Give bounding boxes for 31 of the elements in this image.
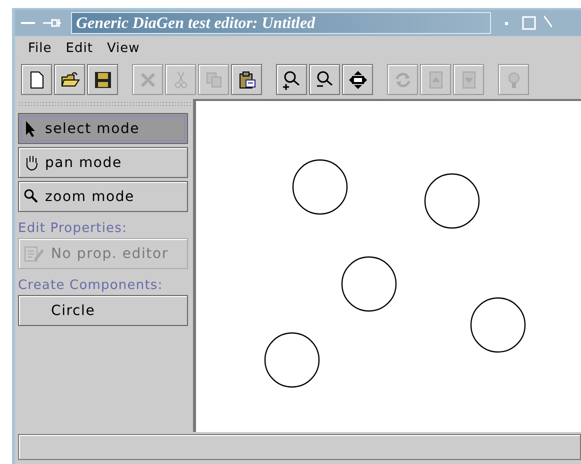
menu-item[interactable]: View [100, 40, 147, 56]
mode-button[interactable]: zoom mode [18, 181, 188, 212]
mode-button[interactable]: select mode [18, 113, 188, 144]
circle-shape[interactable] [264, 332, 320, 388]
section-heading: Create Components: [18, 278, 164, 293]
menu-item[interactable]: Edit [58, 40, 100, 56]
zoom-out-icon [314, 70, 334, 90]
floppy-disk-button[interactable] [87, 64, 118, 95]
window-title: Generic DiaGen test editor: Untitled [71, 12, 491, 34]
menu-item[interactable]: File [21, 40, 59, 56]
magnifier-icon [23, 188, 39, 206]
circle-shape[interactable] [341, 256, 397, 312]
document-button[interactable] [21, 64, 52, 95]
clipboard-button[interactable] [231, 64, 262, 95]
zoom-out-button[interactable] [309, 64, 340, 95]
zoom-in-icon [282, 70, 302, 90]
mode-button[interactable]: pan mode [18, 147, 188, 178]
folder-button[interactable] [54, 64, 85, 95]
documents-icon [204, 70, 224, 90]
clipboard-icon [236, 70, 256, 90]
section-heading: Edit Properties: [18, 221, 128, 236]
circle-shape[interactable] [292, 159, 348, 215]
move-arrows-button[interactable] [342, 64, 373, 95]
component-button[interactable]: Circle [18, 295, 188, 326]
circle-shape[interactable] [470, 297, 526, 353]
zoom-in-button[interactable] [276, 64, 307, 95]
move-arrows-icon [348, 70, 368, 90]
document-edit-icon [23, 244, 45, 262]
circle-shape[interactable] [424, 173, 480, 229]
folder-icon [60, 70, 80, 90]
diagram-canvas[interactable] [193, 99, 581, 432]
